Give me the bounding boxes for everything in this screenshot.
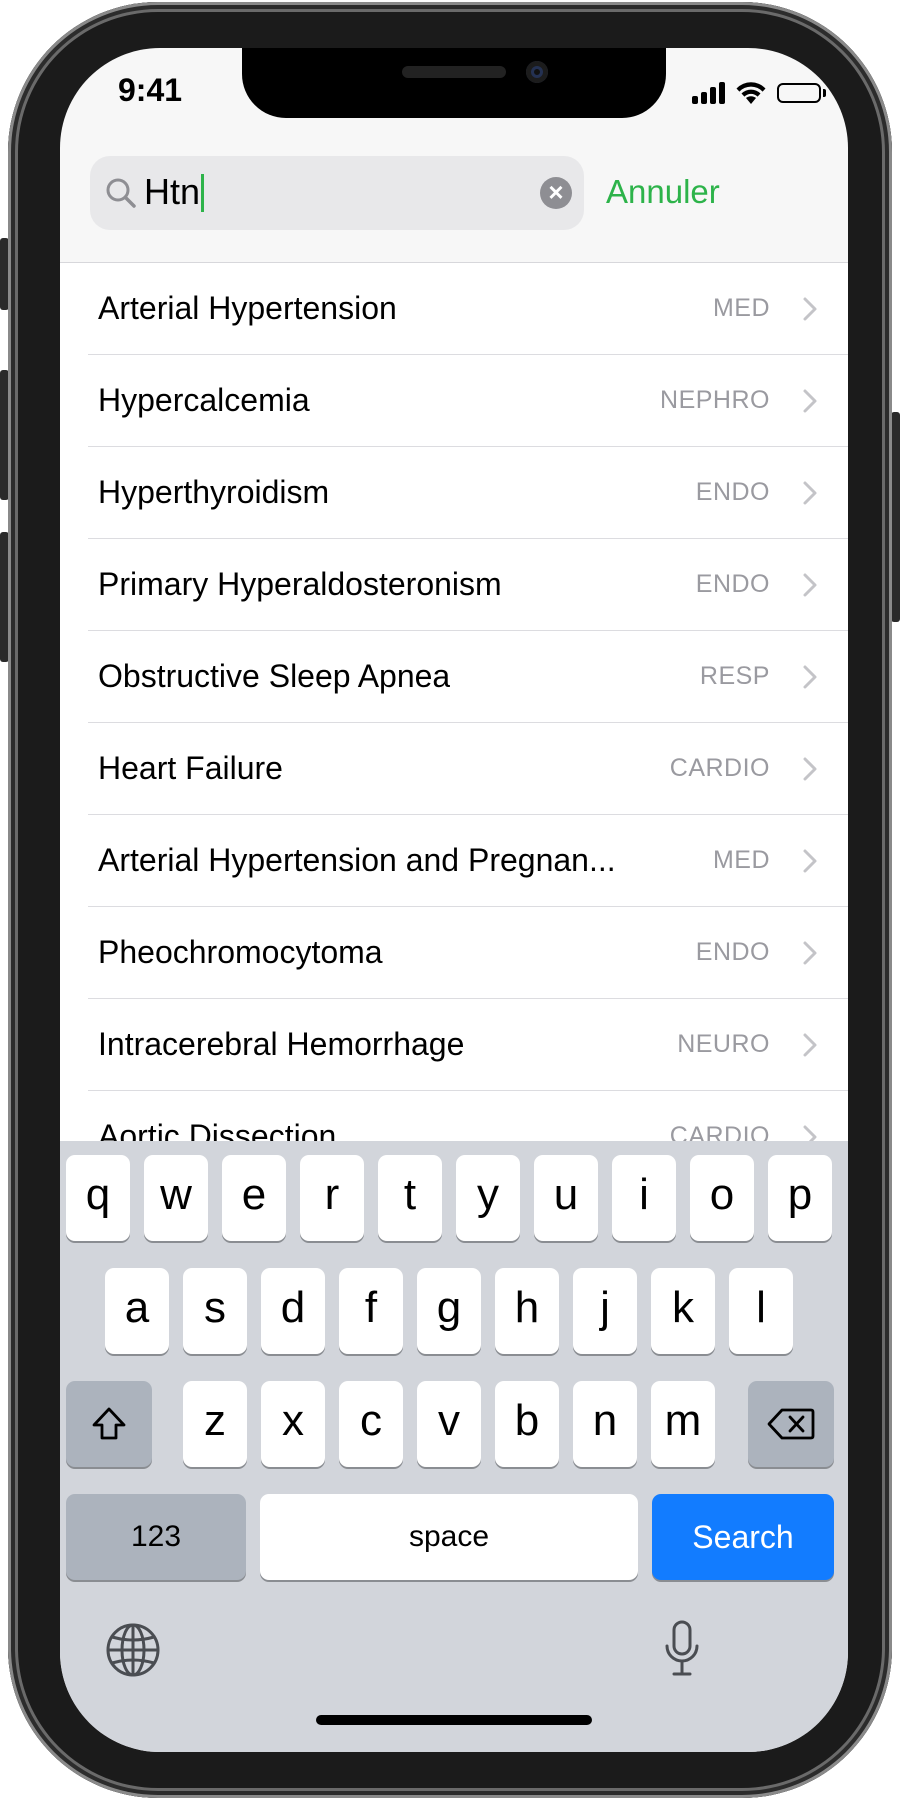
key-k[interactable]: k xyxy=(651,1268,715,1354)
chevron-right-icon xyxy=(803,665,817,689)
key-q[interactable]: q xyxy=(66,1155,130,1241)
key-u[interactable]: u xyxy=(534,1155,598,1241)
list-item-title: Hypercalcemia xyxy=(98,382,310,418)
specialty-tag: MED xyxy=(712,294,770,322)
chevron-right-icon xyxy=(803,1033,817,1057)
shift-icon xyxy=(92,1407,126,1440)
wifi-icon xyxy=(736,82,766,104)
shift-key[interactable] xyxy=(66,1381,152,1467)
key-d[interactable]: d xyxy=(261,1268,325,1354)
microphone-icon[interactable] xyxy=(660,1619,704,1679)
cellular-signal-icon xyxy=(692,82,725,104)
chevron-right-icon xyxy=(803,389,817,413)
key-y[interactable]: y xyxy=(456,1155,520,1241)
phone-frame: 9:41 Htn × Annuler Arterial Hypertension… xyxy=(8,2,892,1798)
key-p[interactable]: p xyxy=(768,1155,832,1241)
keyboard: q w e r t y u i o p a s d f g h j k l z x c v b n m 123 space Search xyxy=(60,1141,848,1752)
list-item-title: Arterial Hypertension and Pregnan... xyxy=(98,842,616,878)
key-b[interactable]: b xyxy=(495,1381,559,1467)
list-item[interactable]: Obstructive Sleep Apnea RESP xyxy=(88,631,848,723)
battery-icon xyxy=(777,83,821,103)
list-item[interactable]: Arterial Hypertension MED xyxy=(88,263,848,355)
key-o[interactable]: o xyxy=(690,1155,754,1241)
key-x[interactable]: x xyxy=(261,1381,325,1467)
list-item-title: Obstructive Sleep Apnea xyxy=(98,658,451,694)
screen: 9:41 Htn × Annuler Arterial Hypertension… xyxy=(60,48,848,1752)
list-item[interactable]: Intracerebral Hemorrhage NEURO xyxy=(88,999,848,1091)
list-item[interactable]: Hypercalcemia NEPHRO xyxy=(88,355,848,447)
key-z[interactable]: z xyxy=(183,1381,247,1467)
key-t[interactable]: t xyxy=(378,1155,442,1241)
chevron-right-icon xyxy=(803,757,817,781)
key-m[interactable]: m xyxy=(651,1381,715,1467)
list-item[interactable]: Heart Failure CARDIO xyxy=(88,723,848,815)
list-item-title: Pheochromocytoma xyxy=(98,934,383,970)
chevron-right-icon xyxy=(803,573,817,597)
delete-key[interactable] xyxy=(748,1381,834,1467)
clear-icon[interactable]: × xyxy=(540,177,572,209)
specialty-tag: NEPHRO xyxy=(660,386,770,414)
side-button xyxy=(891,412,900,622)
list-item[interactable]: Primary Hyperaldosteronism ENDO xyxy=(88,539,848,631)
chevron-right-icon xyxy=(803,481,817,505)
text-caret xyxy=(201,174,205,212)
key-f[interactable]: f xyxy=(339,1268,403,1354)
key-h[interactable]: h xyxy=(495,1268,559,1354)
specialty-tag: RESP xyxy=(699,662,770,690)
delete-icon xyxy=(767,1408,815,1440)
cancel-button[interactable]: Annuler xyxy=(606,170,720,214)
notch xyxy=(242,48,666,118)
status-icons xyxy=(692,78,826,108)
specialty-tag: CARDIO xyxy=(669,754,770,782)
key-l[interactable]: l xyxy=(729,1268,793,1354)
key-c[interactable]: c xyxy=(339,1381,403,1467)
front-camera xyxy=(526,61,548,83)
search-key[interactable]: Search xyxy=(652,1494,834,1580)
globe-icon[interactable] xyxy=(104,1621,162,1679)
chevron-right-icon xyxy=(803,941,817,965)
status-time: 9:41 xyxy=(118,72,183,108)
list-item[interactable]: Pheochromocytoma ENDO xyxy=(88,907,848,999)
specialty-tag: MED xyxy=(712,846,770,874)
list-item[interactable]: Hyperthyroidism ENDO xyxy=(88,447,848,539)
search-icon xyxy=(106,178,136,208)
results-list: Arterial Hypertension MED Hypercalcemia NEP… xyxy=(60,263,848,1188)
home-indicator[interactable] xyxy=(316,1715,592,1725)
key-j[interactable]: j xyxy=(573,1268,637,1354)
list-item[interactable]: Arterial Hypertension and Pregnan... MED xyxy=(88,815,848,907)
key-i[interactable]: i xyxy=(612,1155,676,1241)
specialty-tag: ENDO xyxy=(695,478,770,506)
chevron-right-icon xyxy=(803,849,817,873)
speaker-grille xyxy=(402,66,506,78)
list-item-title: Intracerebral Hemorrhage xyxy=(98,1026,465,1062)
space-key[interactable]: space xyxy=(260,1494,638,1580)
list-item-title: Heart Failure xyxy=(98,750,283,786)
search-input[interactable]: Htn xyxy=(144,170,205,214)
key-a[interactable]: a xyxy=(105,1268,169,1354)
list-item-title: Hyperthyroidism xyxy=(98,474,330,510)
key-n[interactable]: n xyxy=(573,1381,637,1467)
search-query: Htn xyxy=(144,171,201,212)
numbers-key[interactable]: 123 xyxy=(66,1494,246,1580)
key-r[interactable]: r xyxy=(300,1155,364,1241)
key-s[interactable]: s xyxy=(183,1268,247,1354)
list-item-title: Arterial Hypertension xyxy=(98,290,397,326)
key-w[interactable]: w xyxy=(144,1155,208,1241)
specialty-tag: ENDO xyxy=(695,938,770,966)
key-v[interactable]: v xyxy=(417,1381,481,1467)
key-e[interactable]: e xyxy=(222,1155,286,1241)
specialty-tag: ENDO xyxy=(695,570,770,598)
key-g[interactable]: g xyxy=(417,1268,481,1354)
search-field[interactable]: Htn × xyxy=(90,156,584,230)
list-item-title: Primary Hyperaldosteronism xyxy=(98,566,502,602)
chevron-right-icon xyxy=(803,297,817,321)
specialty-tag: NEURO xyxy=(677,1030,770,1058)
